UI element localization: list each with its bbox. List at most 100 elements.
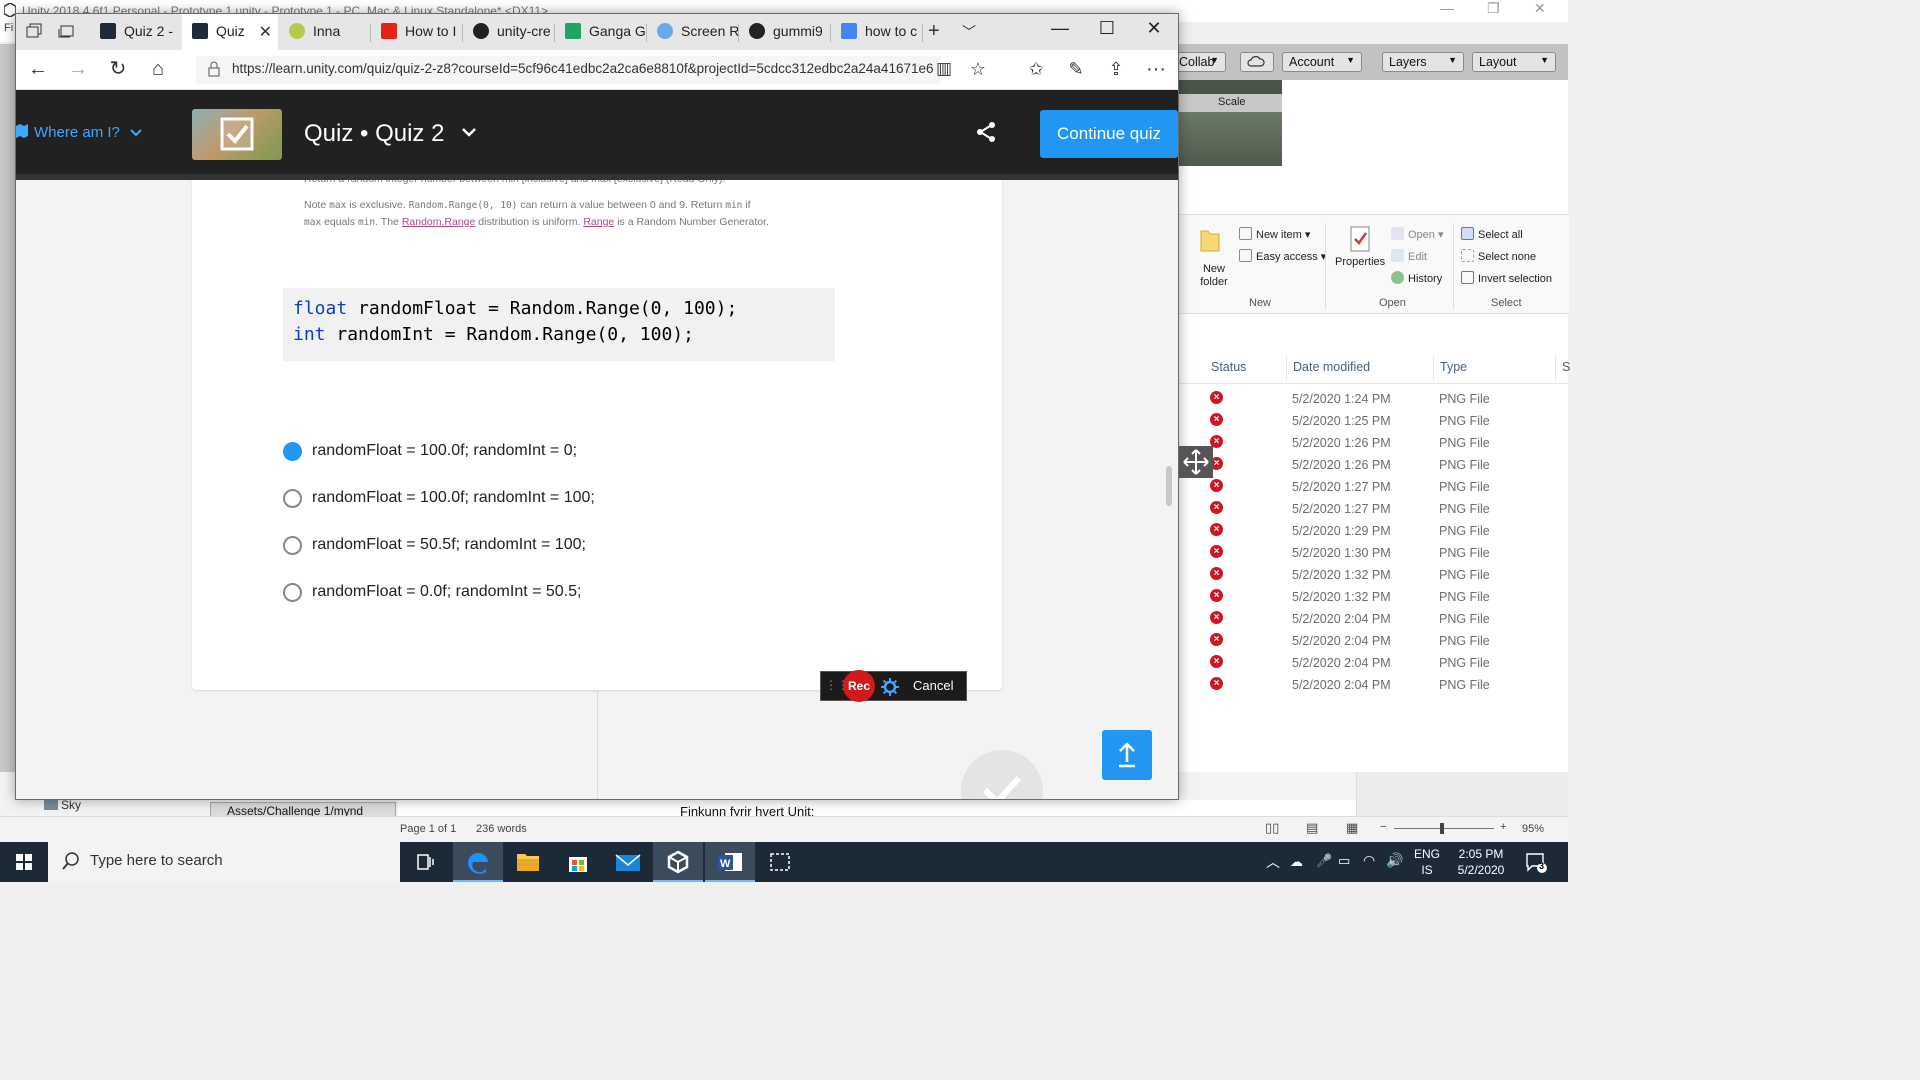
pen-icon[interactable]: ✎ [1062, 58, 1090, 82]
onedrive-icon[interactable]: ☁ [1290, 854, 1303, 870]
unity-close-icon[interactable]: ✕ [1534, 0, 1546, 17]
file-row[interactable]: × 5/2/2020 2:04 PM PNG File [1179, 630, 1569, 652]
cloud-button[interactable] [1240, 52, 1274, 72]
forward-icon[interactable]: → [64, 58, 92, 82]
file-row[interactable]: × 5/2/2020 1:29 PM PNG File [1179, 520, 1569, 542]
properties-button[interactable]: Properties [1335, 225, 1385, 268]
wifi-icon[interactable]: ◠ [1363, 852, 1375, 869]
file-row[interactable]: × 5/2/2020 1:32 PM PNG File [1179, 564, 1569, 586]
edit-button[interactable]: Edit [1391, 249, 1427, 263]
scrollbar-thumb[interactable] [1166, 466, 1172, 506]
file-row[interactable]: × 5/2/2020 1:26 PM PNG File [1179, 454, 1569, 476]
continue-quiz-button[interactable]: Continue quiz [1040, 110, 1178, 158]
language-indicator[interactable]: ENG IS [1410, 846, 1444, 878]
browser-tab[interactable]: how to c [831, 14, 922, 50]
file-row[interactable]: × 5/2/2020 1:27 PM PNG File [1179, 476, 1569, 498]
file-row[interactable]: × 5/2/2020 1:26 PM PNG File [1179, 432, 1569, 454]
layers-dropdown[interactable]: Layers ▼ [1382, 52, 1464, 72]
zoom-in-icon[interactable]: + [1500, 821, 1506, 833]
tab-actions-icon[interactable] [26, 23, 42, 39]
favorite-star-icon[interactable]: ☆ [964, 58, 992, 82]
print-layout-icon[interactable]: ▤ [1306, 820, 1318, 836]
radio-unselected-icon[interactable] [283, 536, 302, 555]
cancel-recording-button[interactable]: Cancel [913, 678, 953, 693]
history-button[interactable]: History [1391, 271, 1442, 285]
column-status[interactable]: Status [1211, 360, 1246, 374]
clock[interactable]: 2:05 PM 5/2/2020 [1450, 846, 1512, 878]
maximize-icon[interactable]: ☐ [1084, 18, 1130, 39]
select-none-button[interactable]: Select none [1461, 249, 1536, 263]
browser-tab[interactable]: Ganga G [555, 14, 646, 50]
column-size[interactable]: S [1562, 360, 1570, 374]
gear-icon[interactable] [881, 678, 899, 696]
where-am-i-button[interactable]: Where am I? [16, 124, 142, 141]
store-taskbar-button[interactable] [553, 842, 603, 882]
browser-tab[interactable]: Screen R [647, 14, 738, 50]
start-button[interactable] [0, 842, 48, 882]
select-all-button[interactable]: Select all [1461, 227, 1523, 241]
scroll-to-top-button[interactable] [1102, 730, 1152, 780]
new-item-button[interactable]: New item ▾ [1239, 227, 1310, 241]
task-view-button[interactable] [400, 842, 450, 882]
record-button[interactable]: Rec [843, 670, 875, 702]
zoom-level[interactable]: 95% [1522, 823, 1544, 835]
file-row[interactable]: × 5/2/2020 2:04 PM PNG File [1179, 652, 1569, 674]
zoom-out-icon[interactable]: − [1380, 821, 1386, 833]
back-icon[interactable]: ← [24, 58, 52, 82]
file-explorer-taskbar-button[interactable] [503, 842, 553, 882]
file-row[interactable]: × 5/2/2020 2:04 PM PNG File [1179, 674, 1569, 696]
share-icon[interactable] [974, 120, 998, 144]
url-field[interactable]: https://learn.unity.com/quiz/quiz-2-z8?c… [196, 56, 940, 84]
web-layout-icon[interactable]: ▦ [1346, 820, 1358, 836]
browser-tab[interactable]: Quiz 2 - [90, 14, 181, 50]
quiz-title[interactable]: Quiz • Quiz 2 [304, 120, 477, 148]
action-center-button[interactable]: 3 [1524, 850, 1548, 874]
reading-view-icon[interactable]: ▥ [930, 58, 958, 82]
taskbar-search-box[interactable]: Type here to search [48, 842, 400, 882]
tab-preview-chevron-icon[interactable]: ﹀ [962, 22, 976, 42]
file-row[interactable]: × 5/2/2020 1:32 PM PNG File [1179, 586, 1569, 608]
zoom-slider[interactable] [1394, 828, 1494, 829]
random-range-link[interactable]: Random.Range [402, 216, 476, 228]
snip-taskbar-button[interactable] [755, 842, 805, 882]
file-row[interactable]: × 5/2/2020 1:27 PM PNG File [1179, 498, 1569, 520]
file-row[interactable]: × 5/2/2020 2:04 PM PNG File [1179, 608, 1569, 630]
edge-taskbar-button[interactable] [453, 842, 503, 882]
minimize-icon[interactable]: — [1037, 18, 1083, 39]
unity-taskbar-button[interactable] [653, 842, 703, 882]
invert-selection-button[interactable]: Invert selection [1461, 271, 1552, 285]
more-options-icon[interactable]: ··· [1142, 58, 1170, 82]
word-count[interactable]: 236 words [476, 823, 527, 835]
mail-taskbar-button[interactable] [603, 842, 653, 882]
new-tab-icon[interactable]: + [928, 20, 940, 43]
radio-selected-icon[interactable] [283, 442, 302, 461]
file-row[interactable]: × 5/2/2020 1:30 PM PNG File [1179, 542, 1569, 564]
column-separator[interactable] [1286, 356, 1287, 380]
unity-minimize-icon[interactable]: — [1440, 0, 1454, 16]
collab-dropdown[interactable]: Collab ▼ [1172, 52, 1226, 72]
show-hidden-icons-chevron-icon[interactable]: ︿ [1266, 852, 1280, 872]
file-row[interactable]: × 5/2/2020 1:24 PM PNG File [1179, 388, 1569, 410]
project-tree-item-sky[interactable]: Sky [44, 798, 81, 812]
favorites-list-icon[interactable]: ✩ [1022, 58, 1050, 82]
file-row[interactable]: × 5/2/2020 1:25 PM PNG File [1179, 410, 1569, 432]
radio-unselected-icon[interactable] [283, 583, 302, 602]
close-tab-icon[interactable]: ✕ [259, 22, 272, 42]
account-dropdown[interactable]: Account ▼ [1282, 52, 1362, 72]
share-page-icon[interactable]: ⇪ [1102, 58, 1130, 82]
unity-menu-file[interactable]: Fi [0, 22, 16, 42]
home-icon[interactable]: ⌂ [144, 58, 172, 82]
browser-tab[interactable]: gummi9 [739, 14, 830, 50]
microphone-icon[interactable]: 🎤 [1316, 853, 1332, 869]
close-window-icon[interactable]: ✕ [1131, 18, 1177, 39]
browser-tab[interactable]: Inna [279, 14, 370, 50]
volume-icon[interactable]: 🔊 [1386, 852, 1403, 869]
browser-tab[interactable]: How to I [371, 14, 462, 50]
radio-unselected-icon[interactable] [283, 489, 302, 508]
column-separator[interactable] [1555, 356, 1556, 380]
layout-dropdown[interactable]: Layout ▼ [1472, 52, 1556, 72]
range-link[interactable]: Range [583, 216, 614, 228]
column-date-modified[interactable]: Date modified [1293, 360, 1370, 374]
read-mode-icon[interactable]: ▯▯ [1265, 820, 1279, 836]
unity-restore-icon[interactable]: ❐ [1487, 0, 1500, 17]
